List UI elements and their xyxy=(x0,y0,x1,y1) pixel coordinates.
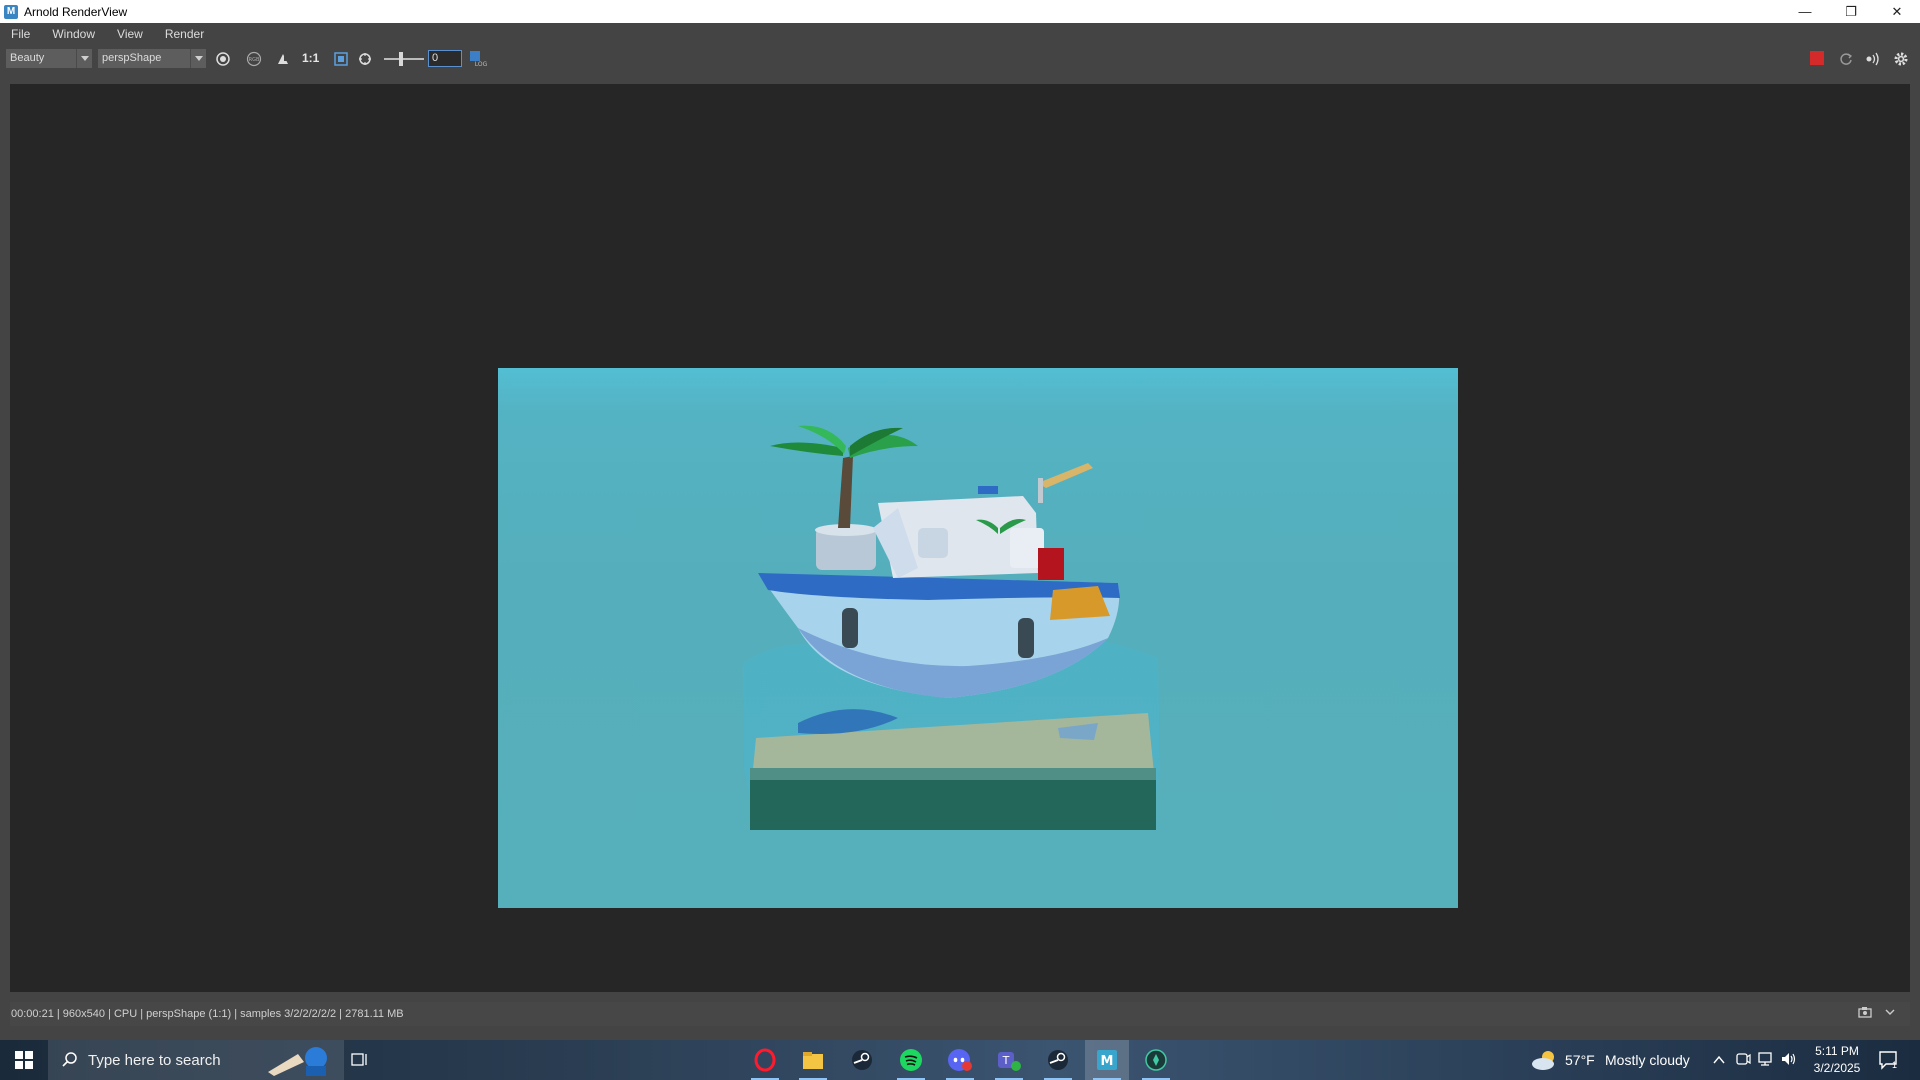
render-image xyxy=(498,368,1458,908)
taskbar-spotify[interactable] xyxy=(889,1040,933,1080)
menu-bar: File Window View Render xyxy=(0,23,1920,45)
volume-icon[interactable] xyxy=(1780,1051,1798,1067)
search-highlight-icon xyxy=(268,1047,327,1076)
notification-count: 1 xyxy=(1892,1060,1898,1070)
windows-taskbar: Type here to search T M 57°F Mostly clou… xyxy=(0,1040,1920,1080)
taskbar-search[interactable]: Type here to search xyxy=(48,1040,344,1080)
taskbar-opera[interactable] xyxy=(743,1040,787,1080)
title-bar: M Arnold RenderView — ❐ ✕ xyxy=(0,0,1920,23)
discord-icon xyxy=(948,1049,972,1071)
window-title: Arnold RenderView xyxy=(24,4,128,19)
chevron-down-icon xyxy=(76,49,92,68)
menu-render[interactable]: Render xyxy=(165,27,204,41)
steam-icon xyxy=(852,1050,872,1070)
opera-icon xyxy=(754,1048,776,1072)
minimize-button[interactable]: — xyxy=(1782,0,1828,23)
camera-selected: perspShape xyxy=(102,52,162,64)
camera-dropdown[interactable]: perspShape xyxy=(98,49,206,68)
chevron-down-icon xyxy=(190,49,206,68)
app-circle-icon xyxy=(1145,1049,1167,1071)
search-placeholder: Type here to search xyxy=(88,1051,221,1069)
cloudy-weather-icon xyxy=(1532,1051,1554,1070)
status-bar: 00:00:21 | 960x540 | CPU | perspShape (1… xyxy=(10,1002,1910,1026)
clock-date: 3/2/2025 xyxy=(1813,1061,1861,1075)
color-correction-icon[interactable] xyxy=(274,50,292,68)
stop-render-button[interactable] xyxy=(1810,51,1824,65)
task-view-button[interactable] xyxy=(338,1040,382,1080)
svg-text:M: M xyxy=(1101,1054,1114,1069)
taskbar-teams[interactable]: T xyxy=(987,1040,1031,1080)
taskbar-file-explorer[interactable] xyxy=(791,1040,835,1080)
svg-text:T: T xyxy=(1002,1054,1010,1067)
weather-desc[interactable]: Mostly cloudy xyxy=(1605,1052,1690,1068)
taskbar-steam[interactable] xyxy=(840,1040,884,1080)
close-button[interactable]: ✕ xyxy=(1874,0,1920,23)
aov-dropdown[interactable]: Beauty xyxy=(6,49,92,68)
log-icon[interactable]: LOG xyxy=(469,50,487,68)
ratio-label[interactable]: 1:1 xyxy=(302,51,319,65)
refresh-icon[interactable] xyxy=(1837,50,1855,68)
rendered-boat-scene xyxy=(743,425,1160,830)
windows-logo-icon xyxy=(15,1051,33,1069)
toolbar: Beauty perspShape RGB 1:1 0 LOG xyxy=(0,45,1920,72)
frame-fit-icon[interactable] xyxy=(332,50,350,68)
svg-text:RGB: RGB xyxy=(249,57,260,63)
menu-window[interactable]: Window xyxy=(52,27,95,41)
teams-icon: T xyxy=(998,1052,1021,1071)
chevron-down-icon[interactable] xyxy=(1884,1006,1896,1021)
render-status-text: 00:00:21 | 960x540 | CPU | perspShape (1… xyxy=(11,1008,404,1020)
folder-icon xyxy=(803,1052,823,1069)
exposure-icon[interactable] xyxy=(356,50,374,68)
steam-icon xyxy=(1048,1050,1068,1070)
taskbar-app-green[interactable] xyxy=(1134,1040,1178,1080)
search-icon xyxy=(62,1052,77,1067)
menu-view[interactable]: View xyxy=(117,27,143,41)
exposure-slider-handle[interactable] xyxy=(399,52,403,66)
rgb-channel-icon[interactable]: RGB xyxy=(245,50,263,68)
weather-temp[interactable]: 57°F xyxy=(1565,1052,1595,1068)
settings-gear-icon[interactable] xyxy=(1892,50,1910,68)
start-button[interactable] xyxy=(0,1040,48,1080)
restore-button[interactable]: ❐ xyxy=(1828,0,1874,23)
exposure-slider-track[interactable] xyxy=(384,58,424,60)
task-view-icon xyxy=(351,1053,367,1066)
render-viewport[interactable] xyxy=(10,84,1910,992)
taskbar-discord[interactable] xyxy=(938,1040,982,1080)
taskbar-steam-2[interactable] xyxy=(1036,1040,1080,1080)
meet-now-icon[interactable] xyxy=(1735,1051,1751,1067)
network-icon[interactable] xyxy=(1757,1051,1775,1067)
display-channel-icon[interactable] xyxy=(214,50,232,68)
ipr-icon[interactable] xyxy=(1864,50,1882,68)
maya-icon: M xyxy=(1097,1050,1117,1070)
system-clock[interactable]: 5:11 PM 3/2/2025 xyxy=(1806,1043,1868,1077)
spotify-icon xyxy=(900,1049,922,1071)
chevron-up-icon[interactable] xyxy=(1713,1054,1725,1066)
maya-app-icon: M xyxy=(4,4,18,19)
snapshot-icon[interactable] xyxy=(1858,1006,1872,1021)
aov-selected: Beauty xyxy=(10,52,45,64)
exposure-input[interactable]: 0 xyxy=(428,50,462,67)
taskbar-maya[interactable]: M xyxy=(1085,1040,1129,1080)
svg-text:LOG: LOG xyxy=(475,61,487,68)
menu-file[interactable]: File xyxy=(11,27,30,41)
clock-time: 5:11 PM xyxy=(1815,1044,1859,1058)
